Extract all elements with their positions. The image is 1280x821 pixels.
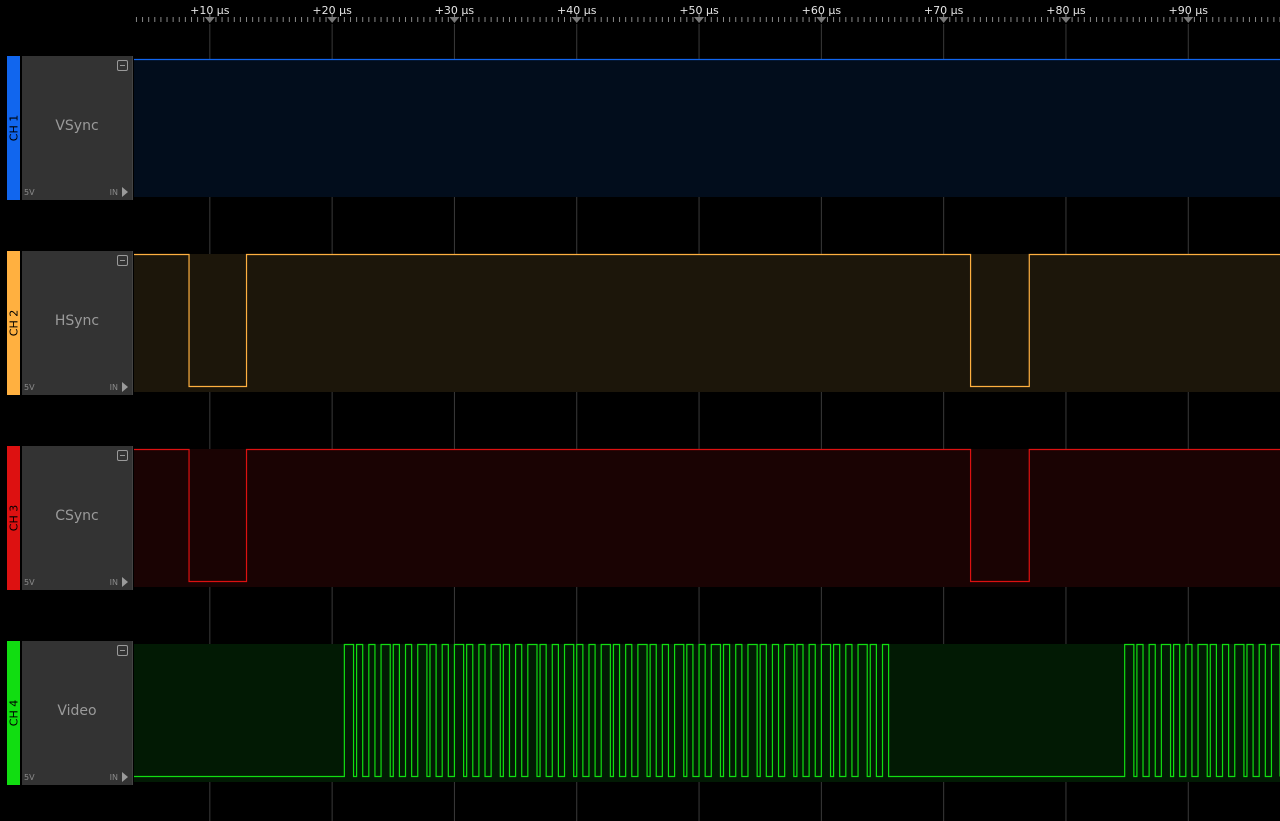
collapse-icon[interactable] xyxy=(117,645,128,656)
channel-tab-1[interactable]: CH 1 xyxy=(7,56,20,200)
channel-panel-1[interactable]: VSync 5V IN xyxy=(22,56,133,200)
channel-name[interactable]: Video xyxy=(22,703,132,719)
channel-direction: IN xyxy=(109,578,118,587)
channel-voltage: 5V xyxy=(24,188,35,197)
channel-name[interactable]: VSync xyxy=(22,118,132,134)
waveform-background-2 xyxy=(134,254,1280,392)
input-arrow-icon xyxy=(122,772,128,782)
channel-voltage: 5V xyxy=(24,773,35,782)
channel-voltage: 5V xyxy=(24,383,35,392)
channel-panel-4[interactable]: Video 5V IN xyxy=(22,641,133,785)
channel-name[interactable]: HSync xyxy=(22,313,132,329)
input-arrow-icon xyxy=(122,577,128,587)
channel-tab-4[interactable]: CH 4 xyxy=(7,641,20,785)
waveform-background-1 xyxy=(134,59,1280,197)
collapse-icon[interactable] xyxy=(117,255,128,266)
channel-panel-2[interactable]: HSync 5V IN xyxy=(22,251,133,395)
channel-tab-2[interactable]: CH 2 xyxy=(7,251,20,395)
channel-panel-3[interactable]: CSync 5V IN xyxy=(22,446,133,590)
channel-tab-3[interactable]: CH 3 xyxy=(7,446,20,590)
channel-row-1: CH 1 VSync 5V IN xyxy=(0,56,1280,200)
collapse-icon[interactable] xyxy=(117,60,128,71)
channel-tab-label: CH 1 xyxy=(7,114,20,142)
logic-analyzer-window: +10 µs +20 µs +30 µs +40 µs +50 µs +60 µs +70 … xyxy=(0,0,1280,821)
channel-name[interactable]: CSync xyxy=(22,508,132,524)
waveform-background-3 xyxy=(134,449,1280,587)
channel-row-4: CH 4 Video 5V IN xyxy=(0,641,1280,785)
waveform-background-4 xyxy=(134,644,1280,782)
input-arrow-icon xyxy=(122,187,128,197)
channel-direction: IN xyxy=(109,383,118,392)
channel-direction: IN xyxy=(109,773,118,782)
collapse-icon[interactable] xyxy=(117,450,128,461)
channel-tab-label: CH 3 xyxy=(7,504,20,532)
channel-direction: IN xyxy=(109,188,118,197)
channel-voltage: 5V xyxy=(24,578,35,587)
channel-tab-label: CH 2 xyxy=(7,309,20,337)
channel-row-3: CH 3 CSync 5V IN xyxy=(0,446,1280,590)
input-arrow-icon xyxy=(122,382,128,392)
channel-row-2: CH 2 HSync 5V IN xyxy=(0,251,1280,395)
channel-tab-label: CH 4 xyxy=(7,699,20,727)
